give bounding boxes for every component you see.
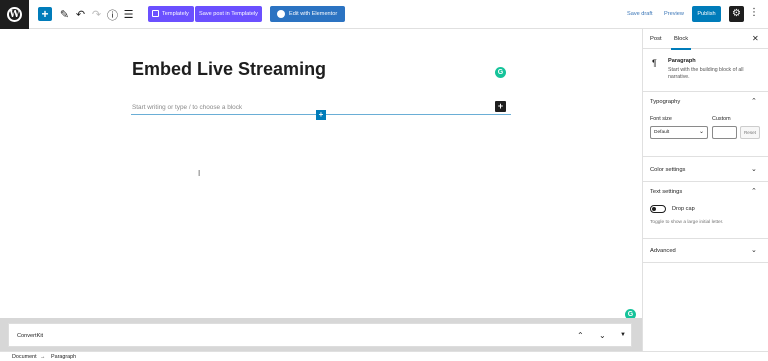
block-description: Start with the building block of all nar… — [668, 67, 744, 80]
sidebar-tabs: Post Block ✕ — [643, 29, 768, 50]
divider — [643, 238, 768, 239]
breadcrumb: Document → Paragraph — [0, 351, 768, 361]
elementor-icon — [277, 10, 285, 18]
editor-top-toolbar: W + ✎ ↶ ↷ ⓘ ☰ Templately Save post in Te… — [0, 0, 768, 29]
undo-icon[interactable]: ↶ — [73, 7, 88, 22]
chevron-down-icon[interactable]: ⌄ — [751, 246, 757, 254]
chevron-up-icon[interactable]: ⌃ — [751, 187, 757, 195]
templately-icon — [152, 10, 159, 17]
post-title[interactable]: Embed Live Streaming — [132, 59, 326, 80]
tab-block[interactable]: Block — [670, 36, 692, 50]
edit-with-elementor-button[interactable]: Edit with Elementor — [270, 6, 345, 22]
chevron-down-icon[interactable]: ⌄ — [751, 165, 757, 173]
drop-cap-label: Drop cap — [672, 206, 695, 212]
redo-icon[interactable]: ↷ — [89, 7, 104, 22]
grammarly-icon[interactable]: G — [495, 67, 506, 78]
edit-tools-icon[interactable]: ✎ — [57, 7, 72, 22]
templately-button[interactable]: Templately — [148, 6, 194, 22]
wordpress-logo-icon[interactable]: W — [0, 0, 29, 29]
preview-button[interactable]: Preview — [664, 11, 684, 17]
list-view-icon[interactable]: ☰ — [121, 7, 136, 22]
save-post-templately-button[interactable]: Save post in Templately — [195, 6, 262, 22]
convertkit-panel[interactable]: ConvertKit ⌃ ⌄ ▼ — [8, 323, 632, 347]
divider — [643, 262, 768, 263]
custom-size-label: Custom — [712, 116, 731, 122]
block-inserter-toggle[interactable]: + — [38, 7, 52, 21]
text-settings-heading[interactable]: Text settings — [650, 189, 682, 195]
typography-heading[interactable]: Typography — [650, 99, 680, 105]
paragraph-icon: ¶ — [652, 58, 657, 68]
settings-gear-icon[interactable]: ⚙ — [729, 6, 744, 22]
editor-canvas[interactable]: Embed Live Streaming G Start writing or … — [0, 29, 642, 320]
convertkit-title: ConvertKit — [17, 333, 44, 339]
font-size-select[interactable]: Default ⌄ — [650, 126, 708, 139]
reset-button[interactable]: Reset — [740, 126, 760, 139]
publish-button[interactable]: Publish — [692, 6, 721, 22]
divider — [643, 156, 768, 157]
tab-post[interactable]: Post — [650, 36, 662, 42]
color-settings-heading[interactable]: Color settings — [650, 167, 685, 173]
block-add-plus-icon[interactable]: + — [495, 101, 506, 112]
drop-cap-help-text: Toggle to show a large initial letter. — [650, 220, 724, 225]
settings-sidebar: Post Block ✕ ¶ Paragraph Start with the … — [642, 29, 768, 351]
chevron-down-icon: ⌄ — [698, 129, 704, 135]
inline-inserter-plus-icon[interactable]: + — [316, 110, 326, 120]
collapse-toggle-icon[interactable]: ▼ — [620, 332, 626, 338]
move-down-icon[interactable]: ⌄ — [599, 331, 606, 340]
font-size-label: Font size — [650, 116, 672, 122]
more-options-icon[interactable]: ⋮ — [749, 7, 759, 18]
close-icon[interactable]: ✕ — [752, 34, 759, 43]
breadcrumb-paragraph[interactable]: Paragraph — [51, 354, 76, 360]
advanced-heading[interactable]: Advanced — [650, 248, 676, 254]
chevron-up-icon[interactable]: ⌃ — [751, 97, 757, 105]
paragraph-block-placeholder[interactable]: Start writing or type / to choose a bloc… — [132, 104, 242, 111]
details-info-icon[interactable]: ⓘ — [105, 7, 120, 22]
divider — [643, 91, 768, 92]
custom-font-size-input[interactable] — [712, 126, 737, 139]
drop-cap-toggle[interactable] — [650, 205, 666, 213]
metabox-area: ConvertKit ⌃ ⌄ ▼ — [0, 318, 642, 351]
breadcrumb-separator: → — [40, 354, 46, 360]
text-cursor-icon: I — [198, 169, 201, 178]
block-name: Paragraph — [668, 58, 696, 64]
breadcrumb-document[interactable]: Document — [12, 354, 37, 360]
save-draft-button[interactable]: Save draft — [627, 11, 653, 17]
move-up-icon[interactable]: ⌃ — [577, 331, 584, 340]
divider — [643, 181, 768, 182]
